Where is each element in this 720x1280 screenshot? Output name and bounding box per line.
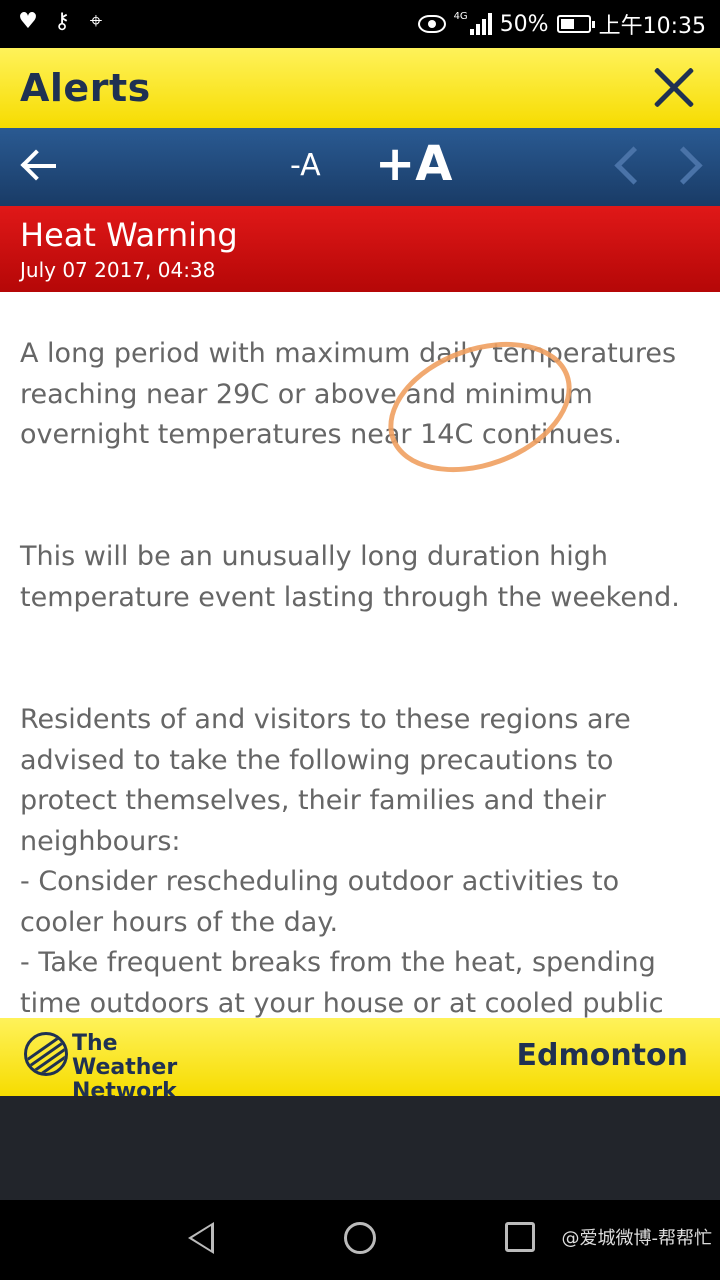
close-icon[interactable] xyxy=(652,66,696,110)
next-alert-icon[interactable] xyxy=(664,146,703,185)
battery-icon xyxy=(556,15,595,33)
decrease-font-button[interactable]: -A xyxy=(290,148,321,183)
increase-font-button[interactable]: +A xyxy=(375,136,452,192)
status-bar: ♥ ⚷ ⌖ 4G 50% 上午10:35 xyxy=(0,0,720,48)
battery-percent: 50% xyxy=(499,11,549,37)
network-type: 4G xyxy=(453,10,468,22)
signal-icon xyxy=(469,13,492,35)
alert-body[interactable]: A long period with maximum daily tempera… xyxy=(0,292,720,1018)
recent-apps-icon[interactable] xyxy=(505,1222,535,1252)
alert-paragraph-3: Residents of and visitors to these regio… xyxy=(20,704,664,1018)
city-name: Edmonton xyxy=(516,1038,688,1073)
key-icon: ⚷ xyxy=(53,9,71,34)
clock: 上午10:35 xyxy=(598,14,706,39)
watermark: @爱城微博-帮帮忙 xyxy=(561,1228,713,1249)
alert-header: Heat Warning July 07 2017, 04:38 xyxy=(0,206,720,292)
weather-network-logo-icon xyxy=(24,1032,68,1076)
system-navigation-bar: @爱城微博-帮帮忙 xyxy=(0,1200,720,1280)
alert-paragraph-2: This will be an unusually long duration … xyxy=(20,541,680,613)
alert-title: Heat Warning xyxy=(20,216,238,254)
eye-icon xyxy=(417,15,446,33)
alert-paragraph-1: A long period with maximum daily tempera… xyxy=(20,338,677,450)
status-icons: ♥ ⚷ ⌖ xyxy=(16,10,108,34)
previous-alert-icon[interactable] xyxy=(614,146,653,185)
heart-icon: ♥ xyxy=(18,9,38,34)
empty-area xyxy=(0,1096,720,1200)
map-icon: ⌖ xyxy=(89,9,103,34)
brand-name: The Weather Network xyxy=(72,1031,178,1104)
back-arrow-icon[interactable] xyxy=(20,146,60,186)
home-icon[interactable] xyxy=(344,1222,376,1254)
back-icon[interactable] xyxy=(188,1222,214,1254)
alert-toolbar: -A +A xyxy=(0,128,720,206)
alert-date: July 07 2017, 04:38 xyxy=(20,258,216,282)
footer-bar: The Weather Network Edmonton xyxy=(0,1018,720,1104)
title-bar: Alerts xyxy=(0,48,720,128)
page-title: Alerts xyxy=(20,66,151,110)
